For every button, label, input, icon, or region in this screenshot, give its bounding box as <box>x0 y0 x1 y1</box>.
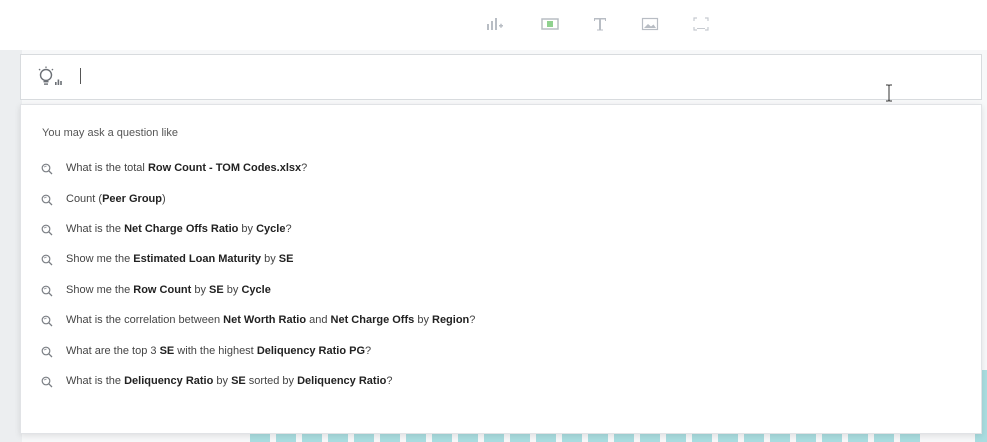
suggestion-phrase: What is the total <box>66 162 148 175</box>
suggestion-phrase: What is the <box>66 374 125 387</box>
suggestion-field-term: Peer Group <box>102 192 162 205</box>
left-panel-background <box>0 50 22 442</box>
search-icon <box>41 223 53 236</box>
insert-widget-icon[interactable] <box>541 14 559 34</box>
suggestion-field-term: SE <box>159 344 175 357</box>
image-icon[interactable] <box>641 14 659 34</box>
suggestion-phrase: ? <box>469 314 476 327</box>
top-toolbar <box>0 0 987 50</box>
suggestion-text: What is the Net Charge Offs Ratio by Cyc… <box>66 223 292 235</box>
suggestions-hint: You may ask a question like <box>42 127 178 139</box>
suggestion-phrase: ) <box>161 192 166 205</box>
suggestion-text: What are the top 3 SE with the highest D… <box>66 345 371 357</box>
suggestion-field-term: Region <box>432 314 470 327</box>
suggestion-field-term: Row Count <box>133 283 192 296</box>
suggestion-field-term: Deliquency Ratio <box>297 374 387 387</box>
suggestion-phrase: sorted by <box>245 374 298 387</box>
suggestion-phrase: and <box>306 314 331 327</box>
suggestion-field-term: SE <box>209 283 224 296</box>
search-icon <box>41 253 53 266</box>
suggestion-field-term: Cycle <box>256 222 286 235</box>
suggestion-item[interactable]: What is the Deliquency Ratio by SE sorte… <box>21 366 981 396</box>
suggestion-phrase: by <box>238 222 257 235</box>
search-icon <box>41 314 53 327</box>
expand-icon[interactable] <box>692 14 710 34</box>
suggestion-phrase: ? <box>301 162 308 175</box>
suggestion-phrase: by <box>223 283 242 296</box>
suggestion-phrase: ? <box>386 374 393 387</box>
suggestions-list: What is the total Row Count - TOM Codes.… <box>21 153 981 396</box>
suggestion-field-term: Net Charge Offs Ratio <box>124 222 239 235</box>
suggestion-text: Count (Peer Group) <box>66 193 166 205</box>
suggestion-item[interactable]: What is the Net Charge Offs Ratio by Cyc… <box>21 214 981 244</box>
search-icon <box>41 345 53 357</box>
suggestion-field-term: Deliquency Ratio PG <box>256 344 366 357</box>
search-icon <box>41 375 53 388</box>
suggestion-field-term: SE <box>231 374 246 387</box>
suggestion-phrase: by <box>414 314 432 327</box>
suggestion-phrase: with the highest <box>174 344 257 357</box>
suggestions-dropdown: You may ask a question like What is the … <box>20 104 982 434</box>
text-icon[interactable] <box>592 14 608 34</box>
suggestion-text: Show me the Estimated Loan Maturity by S… <box>66 253 293 265</box>
suggestion-field-term: SE <box>278 253 294 266</box>
suggestion-phrase: by <box>191 283 210 296</box>
suggestion-item[interactable]: Count (Peer Group) <box>21 183 981 213</box>
suggestion-text: Show me the Row Count by SE by Cycle <box>66 284 271 296</box>
suggestion-phrase: What is the <box>66 222 125 235</box>
suggestion-phrase: Show me the <box>66 283 134 296</box>
search-icon <box>41 284 53 297</box>
suggestion-phrase: What are the top 3 <box>66 344 160 357</box>
search-icon <box>41 162 53 175</box>
add-chart-icon[interactable] <box>486 14 504 34</box>
suggestion-phrase: by <box>261 253 279 266</box>
suggestion-item[interactable]: What is the correlation between Net Wort… <box>21 305 981 335</box>
suggestion-item[interactable]: Show me the Estimated Loan Maturity by S… <box>21 244 981 274</box>
suggestion-field-term: Cycle <box>241 283 271 296</box>
suggestion-item[interactable]: What are the top 3 SE with the highest D… <box>21 335 981 365</box>
suggestion-phrase: ? <box>285 222 292 235</box>
text-cursor <box>80 68 81 84</box>
suggestion-phrase: Count ( <box>66 192 103 205</box>
search-icon <box>41 193 53 206</box>
suggestion-field-term: Estimated Loan Maturity <box>133 253 262 266</box>
suggestion-phrase: by <box>213 374 232 387</box>
suggestion-field-term: Row Count - TOM Codes.xlsx <box>147 162 302 175</box>
suggestion-field-term: Deliquency Ratio <box>124 374 214 387</box>
suggestion-phrase: What is the correlation between <box>66 314 224 327</box>
suggestion-item[interactable]: What is the total Row Count - TOM Codes.… <box>21 153 981 183</box>
suggestion-field-term: Net Worth Ratio <box>223 314 307 327</box>
ask-question-bar[interactable] <box>20 54 982 100</box>
suggestion-item[interactable]: Show me the Row Count by SE by Cycle <box>21 275 981 305</box>
suggestion-phrase: ? <box>365 344 372 357</box>
suggestion-text: What is the total Row Count - TOM Codes.… <box>66 162 307 174</box>
lightbulb-chart-icon <box>37 66 67 90</box>
suggestion-text: What is the Deliquency Ratio by SE sorte… <box>66 375 392 387</box>
suggestion-text: What is the correlation between Net Wort… <box>66 314 475 326</box>
suggestion-field-term: Net Charge Offs <box>330 314 415 327</box>
suggestion-phrase: Show me the <box>66 253 134 266</box>
